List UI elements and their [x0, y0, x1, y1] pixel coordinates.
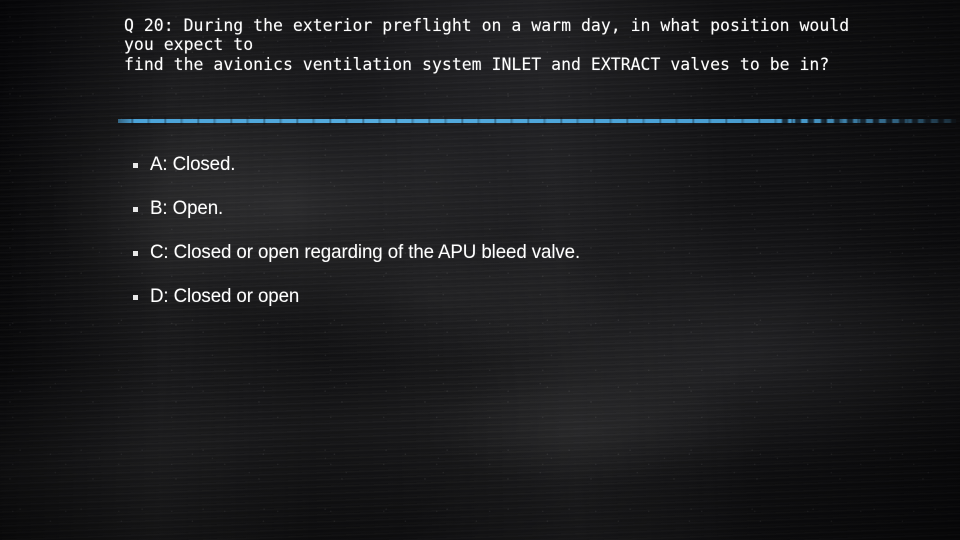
slide-canvas: Q 20: During the exterior preflight on a…: [0, 0, 960, 540]
answer-option-d-label: D: Closed or open: [150, 285, 300, 307]
square-bullet-icon: [133, 295, 138, 300]
square-bullet-icon: [133, 251, 138, 256]
square-bullet-icon: [133, 207, 138, 212]
title-divider: [118, 117, 956, 125]
divider-line: [118, 119, 956, 123]
square-bullet-icon: [133, 163, 138, 168]
answer-option-d[interactable]: D: Closed or open: [133, 284, 893, 328]
answer-option-b[interactable]: B: Open.: [133, 196, 893, 240]
answer-option-c[interactable]: C: Closed or open regarding of the APU b…: [133, 240, 893, 284]
answer-option-a[interactable]: A: Closed.: [133, 152, 893, 196]
answer-option-a-label: A: Closed.: [150, 153, 236, 175]
question-title: Q 20: During the exterior preflight on a…: [124, 16, 850, 74]
answer-option-c-label: C: Closed or open regarding of the APU b…: [150, 241, 581, 263]
slide-content: Q 20: During the exterior preflight on a…: [0, 0, 960, 540]
answer-option-b-label: B: Open.: [150, 197, 224, 219]
answer-options-list: A: Closed. B: Open. C: Closed or open re…: [133, 152, 893, 328]
